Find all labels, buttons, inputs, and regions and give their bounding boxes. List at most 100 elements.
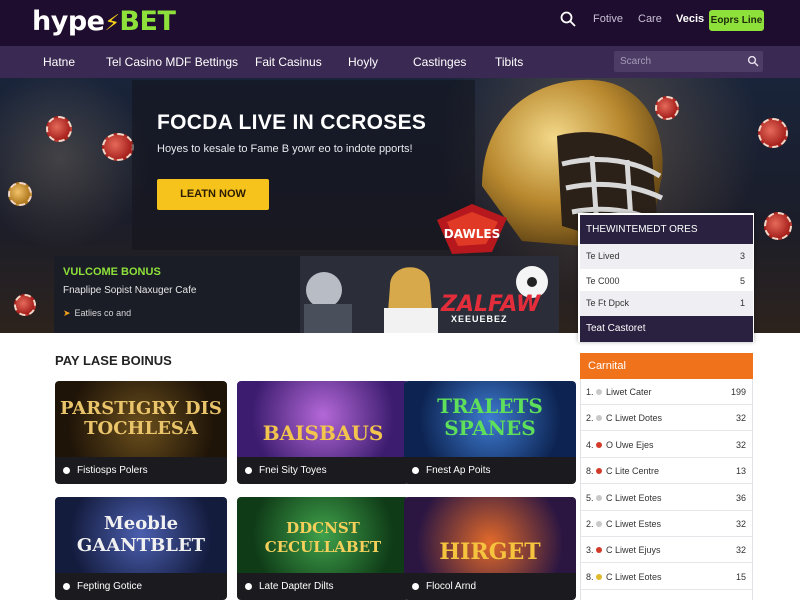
leaderboard-rank: 2. <box>586 519 594 529</box>
leaderboard-value: 13 <box>735 466 746 477</box>
leaderboard-label: C Liwet Eotes <box>606 492 662 503</box>
nav-item-casinos[interactable]: Fait Casinus <box>255 55 322 69</box>
game-art <box>237 381 409 457</box>
search-input[interactable] <box>614 51 739 72</box>
leaderboard-rank: 5. <box>586 492 594 503</box>
promo-brand-subtitle: XEEUEBEZ <box>451 314 508 324</box>
game-art-title: DDCNST CECULLABET <box>264 519 382 556</box>
bullet-icon <box>245 583 252 590</box>
search-icon[interactable] <box>559 10 577 28</box>
live-events-header: THEWINTEMEDT ORES <box>580 215 753 244</box>
leaderboard-header: Carnital <box>580 353 753 379</box>
leaderboard-row[interactable]: 8. C Lite Centre 13 <box>581 458 752 485</box>
logo[interactable]: hype⚡BET <box>32 6 176 37</box>
game-card[interactable]: DDCNST CECULLABET Late Dapter Dilts <box>237 497 409 600</box>
leaderboard-rank: 4. <box>586 439 594 450</box>
game-card[interactable]: PARSTIGRY DIS TOCHLESA Fistiosps Polers <box>55 381 227 484</box>
leaderboard-label: C Liwet Ejuys <box>606 545 661 556</box>
status-dot-icon <box>596 494 602 501</box>
game-card[interactable]: BAISBAUS Fnei Sity Toyes <box>237 381 409 484</box>
game-card[interactable]: HIRGET Flocol Arnd <box>404 497 576 600</box>
logo-text-primary: hype <box>32 6 105 37</box>
leaderboard-row[interactable]: 2. C Liwet Estes 32 <box>581 511 752 537</box>
leaderboard-value: 36 <box>735 492 746 503</box>
leaderboard-label: O Uwe Ejes <box>606 439 654 450</box>
leaderboard-row[interactable]: 8. C Liwet Eotes 15 <box>581 564 752 590</box>
leaderboard-value: 32 <box>735 439 746 450</box>
hero-title: FOCDA LIVE IN CCROSES <box>157 111 427 134</box>
casino-chip-icon <box>764 212 792 240</box>
leaderboard-rank: 8. <box>586 571 594 582</box>
casino-chip-icon <box>8 182 32 206</box>
bullet-icon <box>63 467 70 474</box>
live-event-row[interactable]: Te Ft Dpck 1 <box>580 291 753 316</box>
live-events-footer-button[interactable]: Teat Castoret <box>580 316 753 342</box>
welcome-link-text: Eatlies co and <box>74 308 132 318</box>
game-name: Flocol Arnd <box>426 581 477 592</box>
leaderboard-rank: 3. <box>586 545 594 556</box>
leaderboard-rank: 8. <box>586 466 594 477</box>
game-name: Late Dapter Dilts <box>259 581 334 592</box>
nav-item-casino-betting[interactable]: Tel Casino MDF Bettings <box>106 55 238 69</box>
game-art-title: HIRGET <box>439 539 541 565</box>
nav-item-castinges[interactable]: Castinges <box>413 55 466 69</box>
learn-now-button[interactable]: LEATN NOW <box>157 179 269 210</box>
game-name: Fistiosps Polers <box>77 465 148 476</box>
leaderboard-value: 32 <box>735 413 746 424</box>
nav-search <box>614 51 763 72</box>
game-name: Fnei Sity Toyes <box>259 465 327 476</box>
live-event-label: Te C000 <box>586 276 620 286</box>
header-link-2[interactable]: Care <box>638 13 662 25</box>
bullet-icon <box>412 583 419 590</box>
section-title: PAY LASE BOINUS <box>55 353 172 368</box>
live-event-count: 3 <box>739 251 745 261</box>
magnifier-icon[interactable] <box>747 55 759 67</box>
signup-button[interactable]: Eoprs Line <box>709 10 764 31</box>
casino-chip-icon <box>14 294 36 316</box>
leaderboard-value: 15 <box>735 571 746 582</box>
dawles-badge-logo: DAWLES <box>437 204 507 254</box>
leaderboard-row[interactable]: 4. O Uwe Ejes 32 <box>581 432 752 458</box>
game-art-title: PARSTIGRY DIS TOCHLESA <box>60 398 222 439</box>
bullet-icon <box>412 467 419 474</box>
leaderboard-rank: 1. <box>586 387 594 397</box>
leaderboard-value: 32 <box>735 545 746 556</box>
live-event-label: Te Lived <box>586 251 620 261</box>
status-dot-icon <box>596 573 602 580</box>
live-event-count: 1 <box>739 298 745 308</box>
nav-item-tibits[interactable]: Tibits <box>495 55 523 69</box>
status-dot-icon <box>596 547 602 554</box>
live-event-row[interactable]: Te Lived 3 <box>580 244 753 269</box>
bullet-icon <box>245 467 252 474</box>
leaderboard-row[interactable]: 3. C Liwet Ejuys 32 <box>581 537 752 564</box>
game-art-title: BAISBAUS <box>262 421 384 445</box>
leaderboard-label: C Lite Centre <box>606 466 660 477</box>
leaderboard-value: 199 <box>730 387 746 397</box>
leaderboard-label: Liwet Cater <box>606 387 652 397</box>
nav-item-hoyly[interactable]: Hoyly <box>348 55 378 69</box>
game-card[interactable]: Meoble GAANTBLET Fepting Gotice <box>55 497 227 600</box>
casino-chip-icon <box>46 116 72 142</box>
header-link-3[interactable]: Vecis <box>676 13 704 25</box>
welcome-bonus-title: VULCOME BONUS <box>63 266 161 278</box>
leaderboard-row[interactable]: 2. C Liwet Dotes 32 <box>581 405 752 432</box>
game-name: Fepting Gotice <box>77 581 143 592</box>
status-dot-icon <box>596 441 602 448</box>
status-dot-icon <box>596 468 602 475</box>
leaderboard-rank: 2. <box>586 413 594 424</box>
game-card[interactable]: TRALETS SPANES Fnest Ap Poits <box>404 381 576 484</box>
badge-text: DAWLES <box>444 227 500 241</box>
casino-chip-icon <box>758 118 788 148</box>
live-event-label: Te Ft Dpck <box>586 298 630 308</box>
leaderboard-label: C Liwet Estes <box>606 519 662 529</box>
leaderboard-row[interactable]: 1. Liwet Cater 199 <box>581 379 752 405</box>
nav-item-home[interactable]: Hatne <box>43 55 75 69</box>
bolt-icon: ⚡ <box>104 11 120 36</box>
arrow-icon: ➤ <box>63 308 71 318</box>
welcome-bonus-link[interactable]: ➤ Eatlies co and <box>63 308 131 319</box>
bullet-icon <box>63 583 70 590</box>
welcome-bonus-subtitle: Fnaplipe Sopist Naxuger Cafe <box>63 285 197 296</box>
header-link-1[interactable]: Fotive <box>593 13 623 25</box>
leaderboard-row[interactable]: 5. C Liwet Eotes 36 <box>581 485 752 511</box>
leaderboard-label: C Liwet Eotes <box>606 571 662 582</box>
